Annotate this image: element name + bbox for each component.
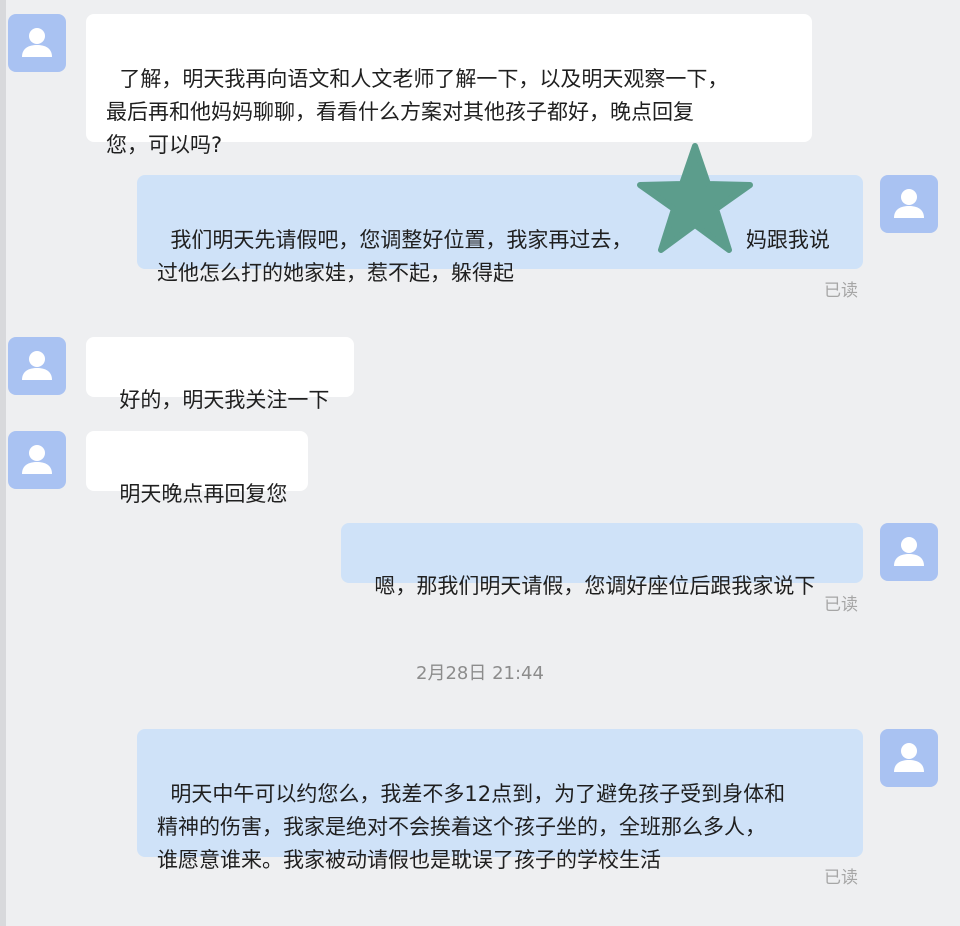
message-text: 明天晚点再回复您: [119, 482, 288, 506]
user-silhouette-icon: [22, 351, 52, 380]
read-status: 已读: [824, 281, 858, 301]
my-avatar[interactable]: [880, 523, 938, 581]
user-silhouette-icon: [894, 743, 924, 772]
my-avatar[interactable]: [880, 729, 938, 787]
user-silhouette-icon: [894, 537, 924, 566]
message-text: 了解，明天我再向语文和人文老师了解一下，以及明天观察一下， 最后再和他妈妈聊聊，…: [106, 67, 729, 157]
window-edge: [0, 0, 6, 926]
message-bubble-outgoing[interactable]: 我们明天先请假吧，您调整好位置，我家再过去， 妈跟我说 过他怎么打的她家娃，惹不…: [137, 175, 863, 285]
user-silhouette-icon: [22, 445, 52, 474]
my-avatar[interactable]: [880, 175, 938, 233]
read-status: 已读: [824, 595, 858, 615]
user-silhouette-icon: [22, 28, 52, 57]
message-bubble-outgoing[interactable]: 明天中午可以约您么，我差不多12点到，为了避免孩子受到身体和 精神的伤害，我家是…: [137, 729, 863, 872]
message-bubble-outgoing[interactable]: 嗯，那我们明天请假，您调好座位后跟我家说下: [341, 523, 863, 598]
message-bubble-incoming[interactable]: 了解，明天我再向语文和人文老师了解一下，以及明天观察一下， 最后再和他妈妈聊聊，…: [86, 14, 812, 157]
contact-avatar[interactable]: [8, 337, 66, 395]
user-silhouette-icon: [894, 189, 924, 218]
star-icon: [637, 143, 753, 253]
message-bubble-incoming[interactable]: 好的，明天我关注一下: [86, 337, 354, 412]
message-text: 好的，明天我关注一下: [119, 388, 330, 412]
read-status: 已读: [824, 868, 858, 888]
contact-avatar[interactable]: [8, 14, 66, 72]
message-text: 嗯，那我们明天请假，您调好座位后跟我家说下: [374, 574, 816, 598]
contact-avatar[interactable]: [8, 431, 66, 489]
message-text: 明天中午可以约您么，我差不多12点到，为了避免孩子受到身体和 精神的伤害，我家是…: [157, 782, 786, 872]
message-bubble-incoming[interactable]: 明天晚点再回复您: [86, 431, 308, 506]
chat-timestamp: 2月28日 21:44: [416, 663, 544, 684]
